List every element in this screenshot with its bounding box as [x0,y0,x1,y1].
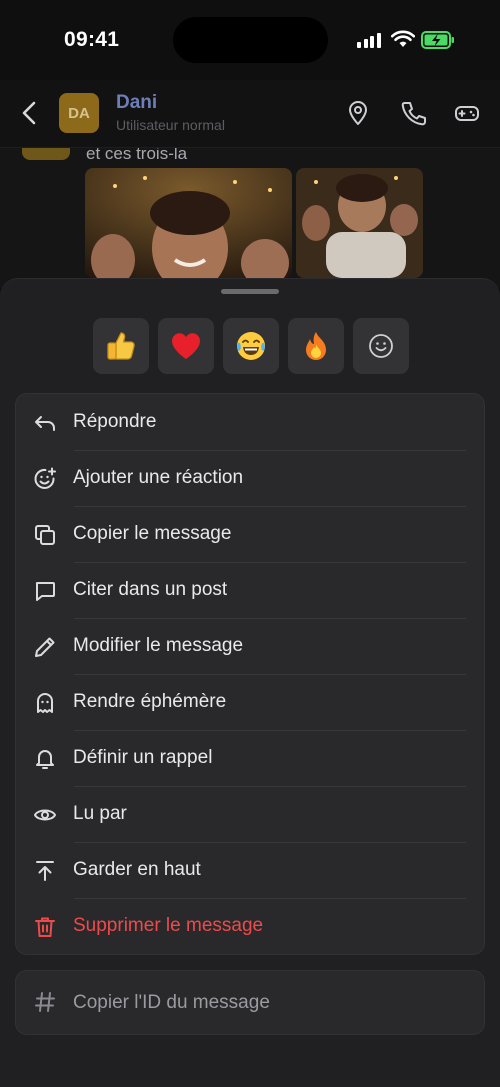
menu-item-copy[interactable]: Copier le message [16,506,484,562]
menu-item-edit[interactable]: Modifier le message [16,618,484,674]
smiley-icon [369,334,393,358]
reaction-thumbs-up[interactable] [93,318,149,374]
tears-of-joy-icon [237,332,265,360]
phone-icon[interactable] [399,99,427,127]
chat-header: DA Dani Utilisateur normal [0,80,500,148]
add-emoji-icon [32,466,58,492]
menu-item-label: Ajouter une réaction [73,467,244,488]
menu-item-label: Copier le message [73,523,232,544]
status-time: 09:41 [64,28,120,51]
gamepad-icon[interactable] [453,99,481,127]
heart-icon [171,333,201,359]
cellular-signal-icon [357,32,381,48]
pencil-icon [32,634,58,660]
ghost-icon [32,690,58,716]
message-actions-menu: Répondre Ajouter une réaction Copier le … [15,393,485,955]
menu-item-label: Répondre [73,411,157,432]
copy-icon [32,522,58,548]
quote-icon [32,578,58,604]
message-text[interactable]: et ces trois-la [86,148,187,164]
menu-item-quote[interactable]: Citer dans un post [16,562,484,618]
reaction-fire[interactable] [288,318,344,374]
message-actions-sheet: Répondre Ajouter une réaction Copier le … [0,278,500,1087]
message-photo-2[interactable] [296,168,423,278]
menu-item-label: Supprimer le message [73,915,264,936]
sender-avatar [22,148,70,160]
menu-item-ephemeral[interactable]: Rendre éphémère [16,674,484,730]
menu-item-label: Définir un rappel [73,747,213,768]
reply-icon [32,410,58,436]
menu-item-keep-top[interactable]: Garder en haut [16,842,484,898]
reaction-tears-of-joy[interactable] [223,318,279,374]
menu-item-delete[interactable]: Supprimer le message [16,898,484,954]
wifi-icon [391,30,415,47]
pin-top-icon [32,858,58,884]
menu-item-reminder[interactable]: Définir un rappel [16,730,484,786]
eye-icon [32,802,58,828]
message-photo-1[interactable] [85,168,292,278]
hash-icon [33,990,57,1019]
add-reaction-button[interactable] [353,318,409,374]
fire-icon [306,332,326,360]
sheet-grabber[interactable] [221,289,279,294]
reaction-heart[interactable] [158,318,214,374]
menu-item-label: Garder en haut [73,859,201,880]
menu-item-read-by[interactable]: Lu par [16,786,484,842]
battery-charging-icon [421,31,454,49]
thumbs-up-icon [107,332,135,360]
menu-item-reply[interactable]: Répondre [16,394,484,450]
menu-item-label: Lu par [73,803,127,824]
quick-reactions-bar [93,318,409,374]
bell-icon [32,746,58,772]
copy-message-id-label: Copier l'ID du message [73,992,270,1013]
contact-name[interactable]: Dani [116,92,157,114]
contact-role: Utilisateur normal [116,117,225,133]
menu-item-label: Modifier le message [73,635,244,656]
chat-background: et ces trois-la [0,148,500,288]
back-chevron-icon[interactable] [16,98,44,128]
menu-item-label: Rendre éphémère [73,691,227,712]
copy-message-id-button[interactable]: Copier l'ID du message [15,970,485,1035]
status-bar: 09:41 [0,0,500,80]
menu-item-add-reaction[interactable]: Ajouter une réaction [16,450,484,506]
trash-icon [32,914,58,940]
location-pin-icon[interactable] [344,99,372,127]
contact-avatar[interactable]: DA [59,93,99,133]
menu-item-label: Citer dans un post [73,579,228,600]
dynamic-island [173,17,328,63]
